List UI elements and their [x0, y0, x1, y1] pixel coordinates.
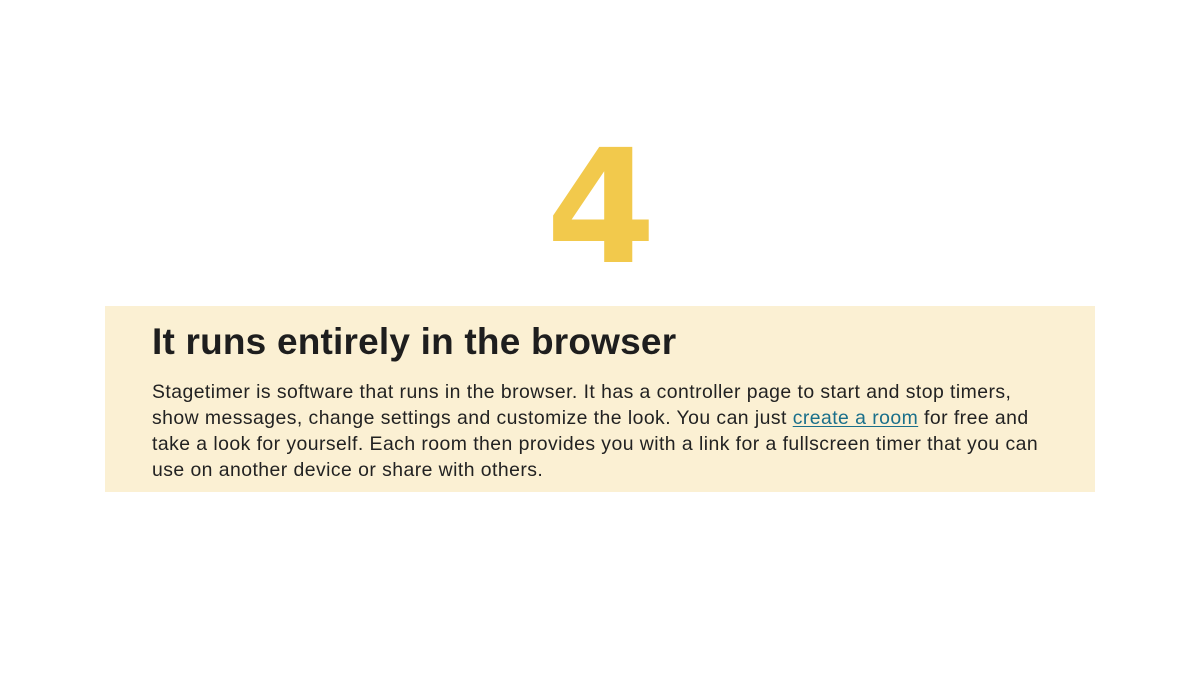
feature-card: It runs entirely in the browser Stagetim…	[105, 306, 1095, 492]
feature-title: It runs entirely in the browser	[152, 321, 677, 362]
feature-description: Stagetimer is software that runs in the …	[152, 379, 1047, 483]
page: 4 It runs entirely in the browser Staget…	[0, 0, 1200, 675]
step-number: 4	[546, 116, 656, 300]
create-room-link[interactable]: create a room	[793, 407, 918, 429]
